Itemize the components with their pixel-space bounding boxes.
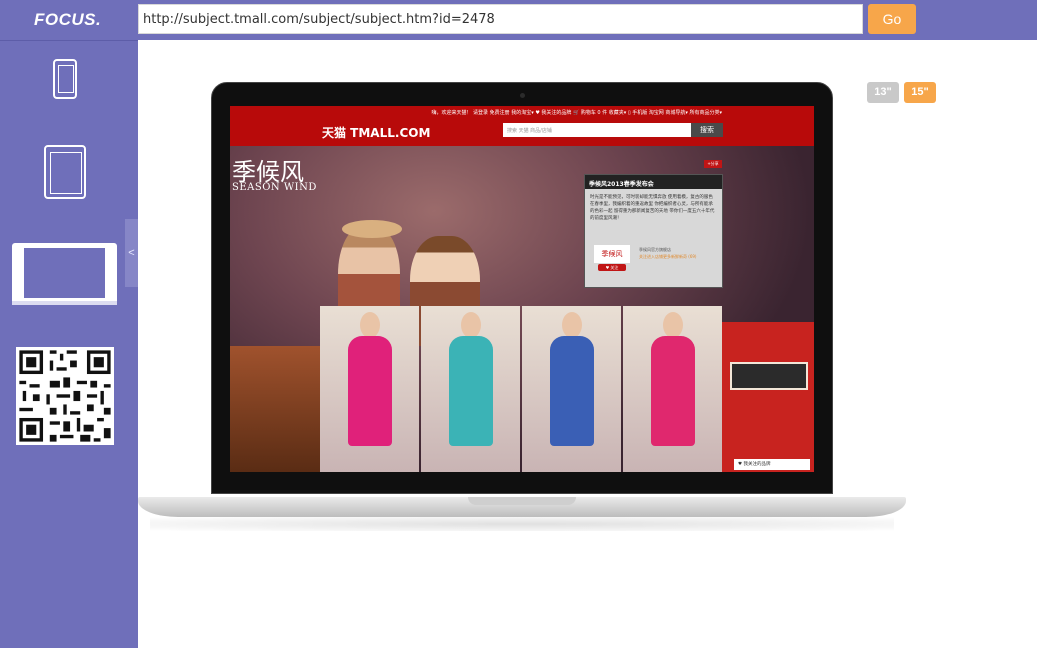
dress-pink [348,336,392,446]
product-panel-4[interactable] [623,306,722,472]
sidebar-collapse-button[interactable]: < [125,219,138,287]
product-panel-1[interactable] [320,306,419,472]
popup-body: 时光是不能预见，可时装却能无惧奔放 使用着模，复古的服色在春季里，我编织着的重返… [590,195,715,221]
popup-title: 季候风2013春季发布会 [585,175,722,189]
tmall-header: 嗨，欢迎来天猫！ 请登录 免费注册 我的淘宝▾ ♥ 我关注的品牌 🛒 购物车 0… [230,106,814,146]
model-head [663,312,683,338]
preview-screen[interactable]: 嗨，欢迎来天猫！ 请登录 免费注册 我的淘宝▾ ♥ 我关注的品牌 🛒 购物车 0… [230,106,814,472]
brand-follow-button[interactable]: ♥ 关注 [598,264,626,271]
laptop-notch [468,497,576,505]
dress-teal [449,336,493,446]
red-bus [722,322,814,472]
tmall-logo[interactable]: 天猫 TMALL.COM [322,124,430,141]
dress-blue [550,336,594,446]
brand-card-line1: 季候风官方旗舰店 [639,247,671,252]
tmall-search-button[interactable]: 搜索 [691,123,723,137]
model-hat [342,220,402,238]
dress-rose [651,336,695,446]
brand-card-line2: 关注进入店铺更多新鲜新奇 (69) [639,254,697,259]
follow-brand-button[interactable]: ♥ 我关注的品牌 [734,459,810,470]
qr-code-icon [16,347,114,445]
app-logo: FOCUS. [34,10,102,29]
hero-banner: 季候风 SEASON WIND +分享 季候风2013春季发布会 时光是不能预见… [230,146,814,472]
laptop-device-icon[interactable] [12,243,117,305]
top-bar: FOCUS. http://subject.tmall.com/subject/… [0,0,1037,40]
brand-card-text: 季候风官方旗舰店 关注进入店铺更多新鲜新奇 (69) [639,246,719,260]
go-button[interactable]: Go [868,4,916,34]
brand-card-logo[interactable]: 季候风 [594,245,630,263]
sidebar: < [0,40,138,648]
product-panel-2[interactable] [421,306,520,472]
model-head [562,312,582,338]
hero-subtitle: SEASON WIND [232,182,317,193]
model-head [360,312,380,338]
laptop-shadow [150,517,894,531]
tmall-top-links[interactable]: 嗨，欢迎来天猫！ 请登录 免费注册 我的淘宝▾ ♥ 我关注的品牌 🛒 购物车 0… [431,109,722,116]
share-button[interactable]: +分享 [704,160,722,168]
product-panel-3[interactable] [522,306,621,472]
bus-window [730,362,808,390]
size-15-button[interactable]: 15" [904,82,936,103]
tablet-device-icon[interactable] [44,145,86,199]
url-input[interactable]: http://subject.tmall.com/subject/subject… [138,4,863,34]
camera-dot [520,93,525,98]
phone-device-icon[interactable] [53,59,77,99]
qr-code-graphic [16,347,114,445]
model-head [461,312,481,338]
info-popup: 季候风2013春季发布会 时光是不能预见，可时装却能无惧奔放 使用着模，复古的服… [584,174,723,288]
size-13-button[interactable]: 13" [867,82,899,103]
tmall-search-input[interactable]: 搜索 天猫 商品/店铺 [503,123,691,137]
